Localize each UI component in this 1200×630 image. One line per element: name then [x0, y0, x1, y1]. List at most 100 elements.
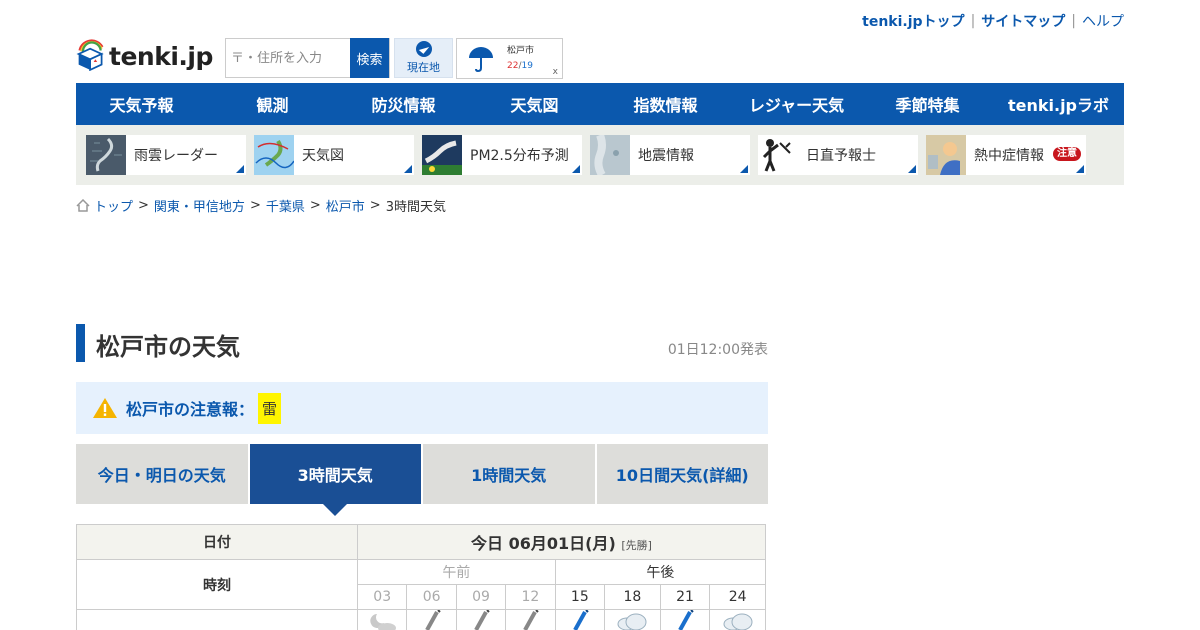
breadcrumb-separator: >: [138, 198, 149, 213]
quick-link-label: 天気図: [302, 148, 344, 164]
quick-link-label: 日直予報士: [806, 148, 876, 164]
divider: |: [1071, 13, 1076, 29]
weather-cell: [554, 609, 606, 630]
quick-link-radar[interactable]: 雨雲レーダー: [86, 135, 246, 175]
umbrella-rain-icon: [678, 609, 694, 630]
breadcrumb-separator: >: [369, 198, 381, 213]
umbrella-closed-icon: [523, 609, 540, 630]
hour-cell: 15: [554, 584, 606, 610]
address-search: 検索: [225, 38, 390, 78]
advisory-label: 松戸市の注意報：: [126, 400, 255, 419]
earthquake-thumbnail-icon: [590, 135, 630, 175]
tab-today-tomorrow[interactable]: 今日・明日の天気: [76, 444, 248, 504]
umbrella-closed-icon: [474, 609, 490, 630]
close-icon[interactable]: x: [553, 67, 558, 77]
forecast-table: 日付 今日 06月01日(月) [先勝] 時刻 午前 午後 03 06 09 1…: [76, 524, 767, 630]
location-arrow-icon: [415, 41, 432, 57]
low-temp: 19: [521, 61, 533, 71]
breadcrumb-prefecture[interactable]: 千葉県: [266, 196, 305, 215]
date-header: 日付: [76, 524, 358, 560]
corner-arrow-icon: [572, 165, 580, 173]
cloud-icon: [617, 613, 647, 630]
nav-leisure[interactable]: レジャー天気: [731, 83, 862, 125]
table-row: 日付 今日 06月01日(月) [先勝]: [76, 524, 766, 560]
corner-arrow-icon: [404, 165, 412, 173]
link-help[interactable]: ヘルプ: [1082, 11, 1124, 31]
nav-disaster[interactable]: 防災情報: [338, 83, 469, 125]
cloud-icon: [723, 613, 753, 630]
breadcrumb-region[interactable]: 関東・甲信地方: [154, 196, 245, 215]
weather-cell: [659, 609, 711, 630]
forecaster-thumbnail-icon: [758, 135, 798, 175]
weather-cell: [406, 609, 457, 630]
saved-city-temps: 22/19: [507, 61, 533, 71]
forecast-tabs: 今日・明日の天気 3時間天気 1時間天気 10日間天気(詳細): [76, 444, 768, 516]
weather-map-thumbnail-icon: [254, 135, 294, 175]
hour-cell: 18: [604, 584, 661, 610]
hour-cell: 09: [455, 584, 507, 610]
nav-weather-map[interactable]: 天気図: [469, 83, 600, 125]
breadcrumb-separator: >: [249, 198, 261, 213]
high-temp: 22: [507, 61, 519, 71]
table-row: [76, 609, 766, 630]
corner-arrow-icon: [908, 165, 916, 173]
main-nav: 天気予報 観測 防災情報 天気図 指数情報 レジャー天気 季節特集 tenki.…: [76, 83, 1124, 125]
breadcrumb-current: 3時間天気: [385, 200, 446, 215]
quick-link-label: 熱中症情報: [974, 148, 1044, 164]
link-sitemap[interactable]: サイトマップ: [981, 11, 1065, 31]
radar-thumbnail-icon: [86, 135, 126, 175]
quick-link-weather-map[interactable]: 天気図: [254, 135, 414, 175]
hour-cell: 12: [505, 584, 556, 610]
current-location-button[interactable]: 現在地: [394, 38, 453, 78]
hour-cell: 24: [709, 584, 766, 610]
am-header: 午前: [357, 559, 556, 585]
nav-labs[interactable]: tenki.jpラボ: [993, 83, 1124, 125]
quick-link-label: PM2.5分布予測: [470, 148, 569, 164]
hour-cell: 03: [356, 584, 408, 610]
quick-link-forecaster[interactable]: 日直予報士: [758, 135, 918, 175]
site-logo[interactable]: tenki.jp: [76, 37, 213, 71]
search-input[interactable]: [226, 39, 350, 77]
quick-links: 雨雲レーダー 天気図 PM2.5分布予測 地震情報 日直予報士 熱中症情報 注意: [76, 125, 1124, 185]
corner-arrow-icon: [236, 165, 244, 173]
breadcrumb-city[interactable]: 松戸市: [326, 196, 365, 215]
pm25-thumbnail-icon: [422, 135, 462, 175]
search-button[interactable]: 検索: [350, 38, 389, 78]
table-row: 時刻 午前 午後: [76, 559, 767, 610]
weather-cell: [709, 609, 766, 630]
quick-link-pm25[interactable]: PM2.5分布予測: [422, 135, 582, 175]
umbrella-icon: [469, 47, 493, 73]
moon-cloud-icon: [370, 614, 397, 630]
umbrella-rain-icon: [573, 609, 589, 630]
nav-observation[interactable]: 観測: [207, 83, 338, 125]
link-tenki-top[interactable]: tenki.jpトップ: [862, 11, 964, 31]
quick-link-heatstroke[interactable]: 熱中症情報 注意: [926, 135, 1086, 175]
nav-seasonal[interactable]: 季節特集: [862, 83, 993, 125]
title-accent-bar: [76, 324, 85, 362]
current-location-label: 現在地: [407, 61, 440, 74]
advisory-thunder-badge[interactable]: 雷: [258, 392, 282, 424]
tab-3hour[interactable]: 3時間天気: [249, 444, 421, 516]
weather-cell: [604, 609, 661, 630]
advisory-banner: 松戸市の注意報： 雷: [76, 382, 768, 434]
warning-icon: [93, 398, 117, 418]
tab-1hour[interactable]: 1時間天気: [423, 444, 595, 504]
header-links: tenki.jpトップ | サイトマップ | ヘルプ: [862, 11, 1124, 31]
quick-link-label: 地震情報: [638, 148, 694, 164]
corner-arrow-icon: [740, 165, 748, 173]
corner-arrow-icon: [1076, 165, 1084, 173]
hour-cell: 21: [659, 584, 711, 610]
nav-forecast[interactable]: 天気予報: [76, 83, 207, 125]
quick-link-earthquake[interactable]: 地震情報: [590, 135, 750, 175]
hour-cell: 06: [406, 584, 457, 610]
date-cell: 今日 06月01日(月) [先勝]: [357, 524, 766, 560]
divider: |: [970, 13, 976, 29]
breadcrumb: トップ > 関東・甲信地方 > 千葉県 > 松戸市 > 3時間天気: [76, 196, 446, 215]
nav-index[interactable]: 指数情報: [600, 83, 731, 125]
heatstroke-thumbnail-icon: [926, 135, 966, 175]
breadcrumb-top[interactable]: トップ: [94, 196, 133, 215]
saved-location-widget[interactable]: 松戸市 22/19 x: [456, 38, 563, 79]
weather-cell: [455, 609, 507, 630]
tab-10day[interactable]: 10日間天気(詳細): [596, 444, 768, 504]
logo-text: tenki.jp: [109, 42, 213, 71]
